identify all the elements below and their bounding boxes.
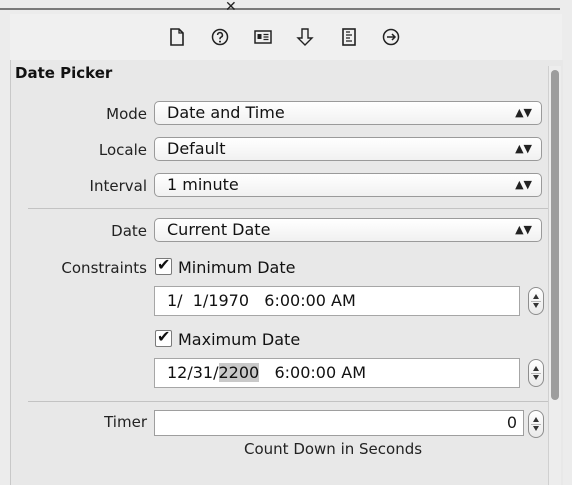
- section-divider: [28, 401, 548, 402]
- window-top-strip: [0, 0, 572, 14]
- timer-label: Timer: [104, 413, 147, 431]
- minimum-date-stepper[interactable]: [528, 287, 544, 315]
- scrollbar-thumb[interactable]: [551, 70, 559, 400]
- locale-popup[interactable]: Default ▲▼: [154, 137, 542, 161]
- locale-value: Default: [167, 139, 226, 158]
- maximum-date-field[interactable]: 12/31/2200 6:00:00 AM: [154, 358, 520, 388]
- timer-caption: Count Down in Seconds: [244, 440, 423, 458]
- locale-label: Locale: [98, 141, 147, 159]
- minimum-date-field[interactable]: 1/ 1/1970 6:00:00 AM: [154, 286, 520, 316]
- date-value: Current Date: [167, 220, 271, 239]
- popup-arrows-icon: ▲▼: [515, 106, 532, 119]
- file-icon[interactable]: [167, 26, 187, 48]
- attributes-icon[interactable]: [295, 26, 315, 48]
- mode-value: Date and Time: [167, 103, 285, 122]
- maximum-date-suffix: 6:00:00 AM: [259, 363, 366, 382]
- vertical-scrollbar[interactable]: [548, 66, 561, 485]
- popup-arrows-icon: ▲▼: [515, 178, 532, 191]
- section-title: Date Picker: [15, 64, 113, 82]
- popup-arrows-icon: ▲▼: [515, 223, 532, 236]
- popup-arrows-icon: ▲▼: [515, 142, 532, 155]
- checkmark-icon: [155, 327, 172, 347]
- mouse-cursor-icon: ✕: [225, 0, 237, 15]
- timer-stepper[interactable]: [528, 410, 544, 438]
- maximum-date-label: Maximum Date: [178, 330, 301, 349]
- connections-icon[interactable]: [381, 26, 401, 48]
- date-label: Date: [111, 222, 147, 240]
- size-icon[interactable]: [339, 26, 359, 48]
- mode-label: Mode: [106, 105, 147, 123]
- maximum-date-selected-year: 2200: [218, 363, 260, 382]
- constraints-label: Constraints: [61, 259, 147, 277]
- minimum-date-checkbox[interactable]: Minimum Date: [155, 255, 296, 277]
- inspector-toolbar: [10, 14, 562, 61]
- date-popup[interactable]: Current Date ▲▼: [154, 218, 542, 242]
- identity-icon[interactable]: [253, 26, 273, 48]
- top-divider: [0, 8, 560, 10]
- section-divider: [28, 208, 548, 209]
- maximum-date-prefix: 12/31/: [167, 363, 219, 382]
- timer-field[interactable]: 0: [154, 410, 524, 436]
- help-icon[interactable]: [210, 26, 230, 48]
- maximum-date-stepper[interactable]: [528, 359, 544, 387]
- maximum-date-checkbox[interactable]: Maximum Date: [155, 327, 301, 349]
- mode-popup[interactable]: Date and Time ▲▼: [154, 101, 542, 125]
- interval-label: Interval: [89, 177, 147, 195]
- interval-popup[interactable]: 1 minute ▲▼: [154, 173, 542, 197]
- checkmark-icon: [155, 255, 172, 275]
- minimum-date-label: Minimum Date: [178, 258, 296, 277]
- interval-value: 1 minute: [167, 175, 239, 194]
